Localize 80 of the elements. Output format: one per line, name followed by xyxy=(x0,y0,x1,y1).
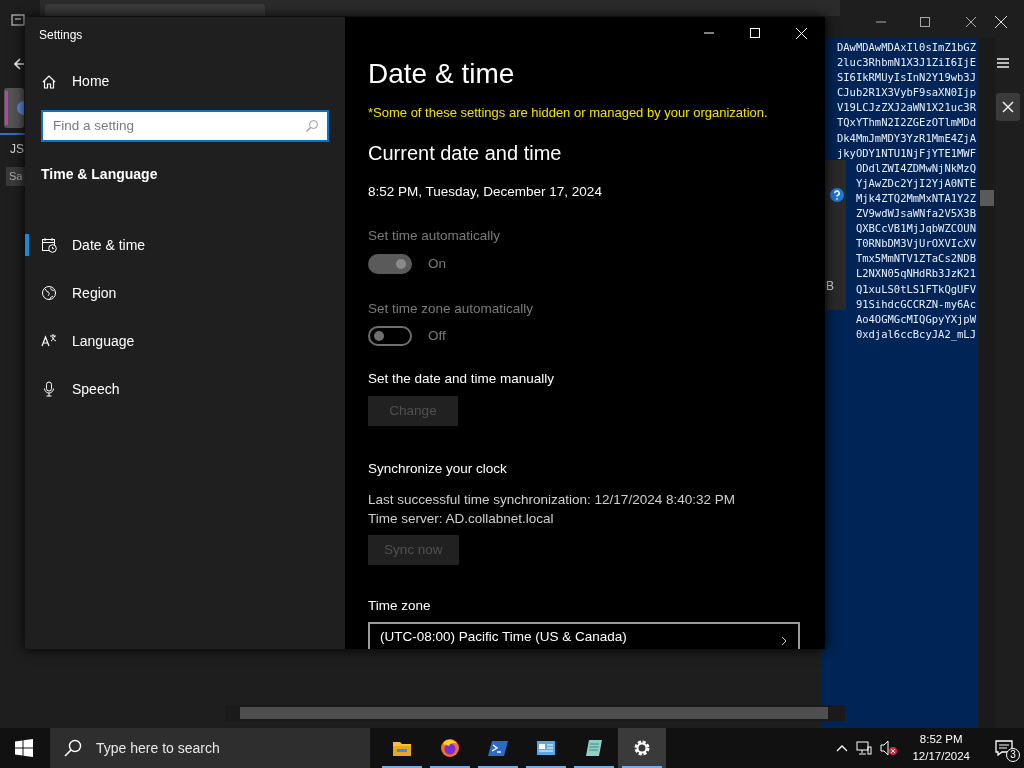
network-icon[interactable] xyxy=(856,741,873,755)
timezone-dropdown[interactable]: (UTC-08:00) Pacific Time (US & Canada) xyxy=(368,621,800,649)
code-line: T0RNbDM3VjUrOXVIcXV xyxy=(855,236,977,252)
setting-label: Set time automatically xyxy=(368,227,502,245)
scrollbar[interactable] xyxy=(979,38,995,728)
notice-text: *Some of these settings are hidden or managed by your organization. xyxy=(368,104,769,122)
code-line: Dk4MmJmMDY3YzR1MmE4ZjA xyxy=(836,130,977,146)
app-tile-icon[interactable] xyxy=(4,88,24,128)
code-line: jkyODY1NTU1NjFjYTE1MWF xyxy=(836,145,977,161)
search-field[interactable]: Find a setting xyxy=(51,114,305,138)
window-title: Settings xyxy=(38,27,84,44)
date-time-text: 8:52 PM, Tuesday, December 17, 2024 xyxy=(368,183,603,202)
window-icon xyxy=(536,738,556,758)
info-text: Last successful time synchronization: 12/17/2024 8:40:32 PM xyxy=(368,491,736,509)
menu-icon[interactable] xyxy=(996,57,1010,69)
search-field[interactable]: Type here to search xyxy=(94,736,370,760)
volume-muted-icon[interactable] xyxy=(880,740,899,756)
code-line: ZV9wdWJsaWNfa2V5X3B xyxy=(855,206,977,222)
button[interactable]: Sa xyxy=(6,167,26,186)
scroll-thumb[interactable] xyxy=(240,707,828,719)
gear-icon xyxy=(632,738,652,758)
notepad-icon xyxy=(584,738,604,758)
notification-count: 3 xyxy=(1006,748,1020,762)
taskbar-app[interactable] xyxy=(618,728,666,768)
close-icon[interactable] xyxy=(965,16,977,28)
scrollbar[interactable] xyxy=(225,705,845,721)
close-icon[interactable] xyxy=(996,93,1020,121)
region-icon xyxy=(41,285,57,301)
tab[interactable]: JS xyxy=(10,140,24,158)
scroll-thumb[interactable] xyxy=(980,190,994,206)
chevron-icon xyxy=(780,635,788,646)
language-icon xyxy=(41,333,57,349)
code-line: CJub2R1X3VybF9saXN0Ijp xyxy=(836,85,977,101)
nav-item[interactable]: Language xyxy=(25,317,345,365)
windows-icon xyxy=(15,739,33,757)
setting-label: Set time zone automatically xyxy=(368,299,535,318)
help-icon[interactable] xyxy=(830,188,844,202)
clock[interactable]: 8:52 PM 12/17/2024 xyxy=(906,731,976,765)
code-line: Q1xuLS0tLS1FTkQgUFV xyxy=(855,281,977,297)
label: B xyxy=(826,278,834,295)
back-arrow-icon[interactable] xyxy=(14,57,26,71)
setting-label: Time zone xyxy=(368,597,432,615)
page-title: Date & time xyxy=(368,57,516,91)
chevron-up-icon[interactable] xyxy=(836,744,849,752)
code-line: TQxYThmN2I2ZGEzOTlmMDd xyxy=(836,115,977,131)
section-heading: Synchronize your clock xyxy=(368,459,508,478)
code-line: SI6IkRMUyIsInN2Y19wb3J xyxy=(836,70,977,86)
info-text: Time server: AD.collabnet.local xyxy=(368,509,555,528)
code-line: Mjk4ZTQ2MmMxNTA1Y2Z xyxy=(855,190,977,206)
code-line: 2luc3RhbmN1X3J1ZiI6IjE xyxy=(836,55,977,71)
nav-item[interactable]: Date & time xyxy=(25,221,345,269)
code-line: ODdlZWI4ZDMwNjNkMzQ xyxy=(855,160,977,176)
archive-icon[interactable] xyxy=(11,13,25,27)
nav-item[interactable]: Speech xyxy=(25,365,345,413)
speech-icon xyxy=(41,381,57,397)
toggle-state: Off xyxy=(428,327,446,345)
section-heading: Time & Language xyxy=(40,165,159,184)
code-line: 0xdjal6ccBcyJA2_mLJ xyxy=(855,326,977,342)
code-line: YjAwZDc2YjI2YjA0NTE xyxy=(855,175,977,191)
browser-icon xyxy=(440,738,460,758)
terminal-icon xyxy=(488,738,508,758)
code-line: 91SihdcGCCRZN-my6Ac xyxy=(855,296,977,312)
notifications-button[interactable]: 3 xyxy=(984,728,1024,768)
code-line: Ao4OGMGcMIQGpyYXjpW xyxy=(855,311,977,327)
home-icon xyxy=(41,73,57,90)
search-box[interactable]: Find a setting xyxy=(41,110,329,142)
search-box[interactable]: Type here to search xyxy=(50,728,370,768)
code-line: QXBCcVB1MjJqbWZCOUN xyxy=(855,221,977,237)
section-heading: Current date and time xyxy=(368,141,563,167)
datetime-icon xyxy=(41,237,57,253)
code-line: Tmx5MmNTV1ZTaCs2NDB xyxy=(855,251,977,267)
toggle-state: On xyxy=(428,254,446,273)
code-line: V19LCJzZXJ2aWN1X21uc3R xyxy=(836,100,977,116)
search-icon[interactable] xyxy=(64,739,82,757)
setting-label: Set the date and time manually xyxy=(368,370,556,388)
maximize-icon[interactable] xyxy=(919,16,931,28)
code-line: DAwMDAwMDAxIl0sImZ1bGZ xyxy=(836,40,977,55)
code-line: L2NXN05qNHdRb3JzK21 xyxy=(855,266,977,282)
nav-item[interactable]: Region xyxy=(25,269,345,317)
nav-link[interactable]: Home xyxy=(72,71,110,92)
